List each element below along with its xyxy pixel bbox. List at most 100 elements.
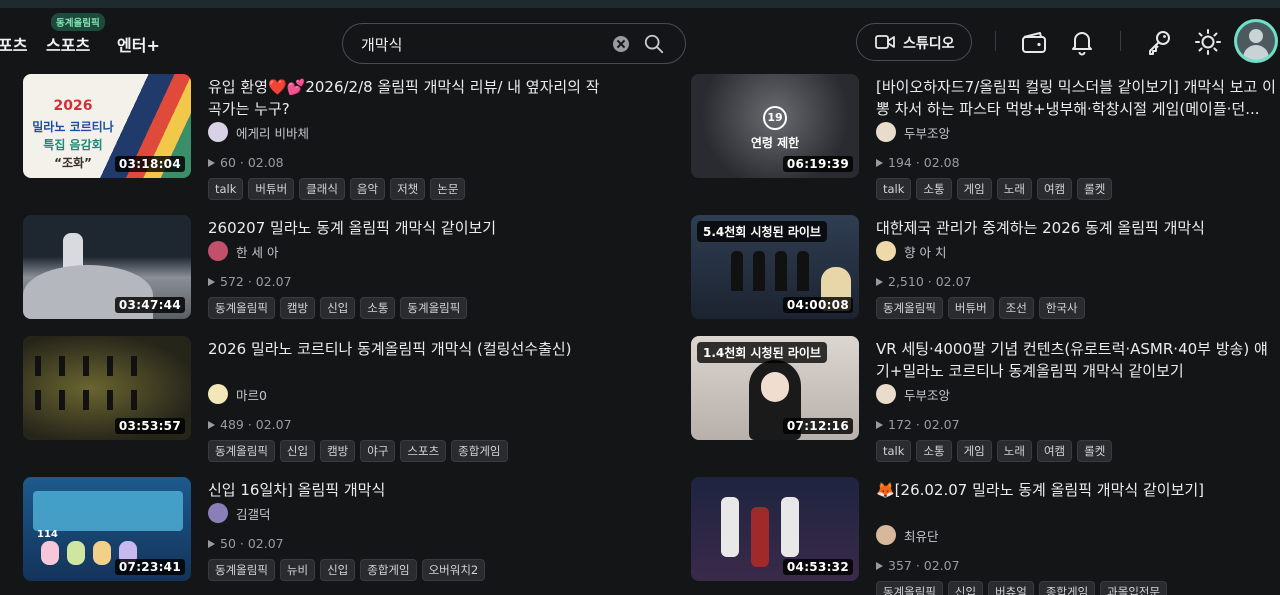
tag-list: 동계올림픽 신입 캠방 야구 스포츠 종합게임 [208,440,508,462]
channel-link[interactable]: 김갤덕 [208,503,271,523]
category-tag[interactable]: 동계올림픽 [208,440,275,462]
live-view-count-badge: 1.4천회 시청된 라이브 [697,342,827,363]
user-avatar-button[interactable] [1234,19,1278,63]
category-tag[interactable]: 야구 [360,440,396,462]
video-card[interactable]: 03:53:57 2026 밀라노 코르티나 동계올림픽 개막식 (컬링선수출신)… [23,336,623,462]
stats-separator: · [235,155,248,170]
video-card[interactable]: 04:53:32 🦊[26.02.07 밀라노 동계 올림픽 개막식 같이보기] 최… [691,477,1280,595]
brightness-sun-icon[interactable] [1194,28,1222,56]
category-tag[interactable]: 여캠 [1036,440,1073,462]
nav-item-sports[interactable]: 스포츠 [46,32,90,56]
category-tag[interactable]: talk [876,178,912,200]
nav-item-entertainment[interactable]: 엔터+ [117,32,160,56]
thumbnail-figure [761,372,789,402]
category-tag[interactable]: 여캠 [1036,178,1073,200]
video-thumbnail[interactable]: 1.4천회 시청된 라이브 07:12:16 [691,336,859,440]
key-icon[interactable] [1145,28,1173,56]
video-thumbnail[interactable]: 2026 밀라노 코르티나 특집 음감회 “조화” 03:18:04 [23,74,191,178]
video-thumbnail[interactable]: 03:53:57 [23,336,191,440]
video-card[interactable]: 03:47:44 260207 밀라노 동계 올림픽 개막식 같이보기 한 세 아 5… [23,215,623,339]
category-tag[interactable]: 스포츠 [400,440,447,462]
search-icon[interactable] [643,33,665,55]
tag-list: 동계올림픽 버튜버 조선 한국사 [876,297,1085,319]
video-card[interactable]: 1.4천회 시청된 라이브 07:12:16 VR 세팅·4000팔 기념 컨텐츠(… [691,336,1280,462]
video-thumbnail[interactable]: 114 07:23:41 [23,477,191,581]
channel-link[interactable]: 마르0 [208,384,267,404]
category-tag[interactable]: 종합게임 [360,559,417,581]
channel-link[interactable]: 두부조앙 [876,122,950,142]
video-card[interactable]: 19 연령 제한 06:19:39 [바이오하자드7/올림픽 컬링 믹스더블 같이보기… [691,74,1280,200]
clear-search-icon[interactable] [613,36,629,52]
category-tag[interactable]: 한국사 [1038,297,1085,319]
wallet-icon[interactable] [1020,28,1048,56]
video-thumbnail[interactable]: 19 연령 제한 06:19:39 [691,74,859,178]
category-tag[interactable]: 캠방 [320,440,356,462]
category-tag[interactable]: 소통 [360,297,396,319]
channel-link[interactable]: 향 아 치 [876,241,946,261]
category-tag[interactable]: 저챗 [390,178,426,200]
video-title[interactable]: 대한제국 관리가 중계하는 2026 동계 올림픽 개막식 [876,217,1276,239]
category-tag[interactable]: 클래식 [299,178,345,200]
thumbnail-figure [753,251,765,291]
video-thumbnail[interactable]: 5.4천회 시청된 라이브 04:00:08 [691,215,859,319]
category-tag[interactable]: 롤켓 [1077,440,1113,462]
search-input[interactable] [361,32,611,56]
thumbnail-figure [93,541,111,565]
video-title[interactable]: VR 세팅·4000팔 기념 컨텐츠(유로트럭·ASMR·40부 방송) 얘기+… [876,338,1276,382]
nav-item-sports-partial[interactable]: 포츠 [0,32,27,56]
category-tag[interactable]: 버튜버 [248,178,295,200]
category-tag[interactable]: 버튜버 [947,297,994,319]
category-tag[interactable]: 종합게임 [451,440,508,462]
video-title[interactable]: 260207 밀라노 동계 올림픽 개막식 같이보기 [208,217,608,239]
video-title[interactable]: 유입 환영❤️💕2026/2/8 올림픽 개막식 리뷰/ 내 옆자리의 작곡가는… [208,76,608,120]
video-card[interactable]: 5.4천회 시청된 라이브 04:00:08 대한제국 관리가 중계하는 2026 … [691,215,1280,339]
category-tag[interactable]: 음악 [349,178,386,200]
video-thumbnail[interactable]: 03:47:44 [23,215,191,319]
category-tag[interactable]: talk [208,178,244,200]
category-tag[interactable]: 신입 [947,581,984,595]
category-tag[interactable]: 오버워치2 [421,559,486,581]
category-tag[interactable]: 동계올림픽 [208,297,275,319]
video-title[interactable]: [바이오하자드7/올림픽 컬링 믹스더블 같이보기] 개막식 보고 이뽕 차서 … [876,76,1276,120]
category-tag[interactable]: 노래 [996,178,1032,200]
category-tag[interactable]: 논문 [430,178,466,200]
category-tag[interactable]: 동계올림픽 [876,581,943,595]
category-tag[interactable]: 과몰입전문 [1100,581,1168,595]
tag-list: 동계올림픽 캠방 신입 소통 동계올림픽 [208,297,468,319]
video-title[interactable]: 2026 밀라노 코르티나 동계올림픽 개막식 (컬링선수출신) [208,338,608,360]
category-tag[interactable]: 노래 [996,440,1032,462]
video-stats: 172 · 02.07 [876,417,960,432]
video-card[interactable]: 2026 밀라노 코르티나 특집 음감회 “조화” 03:18:04 유입 환영❤️💕20… [23,74,623,200]
category-tag[interactable]: 조선 [998,297,1034,319]
channel-avatar [876,384,896,404]
category-tag[interactable]: 동계올림픽 [876,297,943,319]
category-tag[interactable]: 동계올림픽 [208,559,275,581]
channel-link[interactable]: 한 세 아 [208,241,278,261]
category-tag[interactable]: 신입 [320,297,356,319]
category-tag[interactable]: 게임 [956,440,992,462]
video-title[interactable]: 🦊[26.02.07 밀라노 동계 올림픽 개막식 같이보기] [876,479,1276,501]
video-title[interactable]: 신입 16일차] 올림픽 개막식 [208,479,608,501]
category-tag[interactable]: 동계올림픽 [400,297,468,319]
notification-bell-icon[interactable] [1068,28,1096,56]
category-tag[interactable]: 신입 [320,559,356,581]
video-stats: 2,510 · 02.07 [876,274,972,289]
channel-link[interactable]: 에게리 비바체 [208,122,309,142]
tag-list: 동계올림픽 신입 버츄얼 종합게임 과몰입전문 [876,581,1168,595]
category-tag[interactable]: 롤켓 [1077,178,1113,200]
category-tag[interactable]: 뉴비 [279,559,316,581]
category-tag[interactable]: 게임 [956,178,992,200]
category-tag[interactable]: 소통 [916,178,952,200]
video-stats: 572 · 02.07 [208,274,292,289]
category-tag[interactable]: 신입 [279,440,316,462]
category-tag[interactable]: 소통 [916,440,952,462]
category-tag[interactable]: 버츄얼 [988,581,1034,595]
channel-link[interactable]: 두부조앙 [876,384,950,404]
video-card[interactable]: 114 07:23:41 신입 16일차] 올림픽 개막식 김갤덕 50 · 02.07… [23,477,623,595]
category-tag[interactable]: 종합게임 [1038,581,1096,595]
studio-button[interactable]: 스튜디오 [856,23,972,61]
category-tag[interactable]: talk [876,440,912,462]
channel-link[interactable]: 최유단 [876,525,939,545]
video-thumbnail[interactable]: 04:53:32 [691,477,859,581]
category-tag[interactable]: 캠방 [279,297,316,319]
